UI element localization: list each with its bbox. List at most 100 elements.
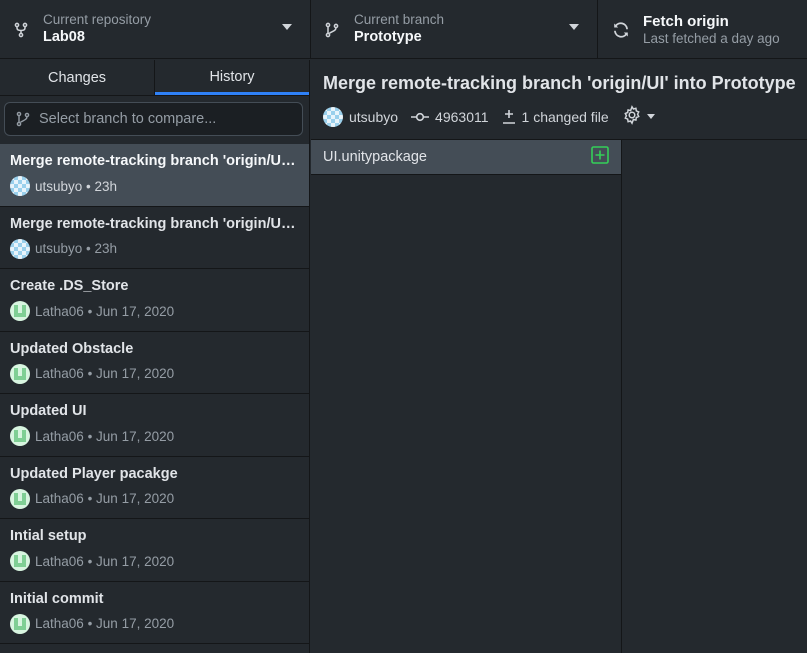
commit-details-pane: Merge remote-tracking branch 'origin/UI'…	[311, 60, 807, 653]
commit-list-item[interactable]: Updated Obstacle Latha06 • Jun 17, 2020	[0, 332, 309, 394]
commit-title: Initial commit	[10, 590, 104, 607]
commit-meta: Latha06 • Jun 17, 2020	[10, 363, 299, 384]
commit-list-item[interactable]: Merge remote-tracking branch 'origin/UI'…	[0, 207, 309, 269]
fetch-label: Fetch origin	[643, 13, 729, 30]
commit-author: utsubyo	[35, 178, 83, 194]
commit-time: 23h	[94, 241, 118, 256]
commit-summary: Merge remote-tracking branch 'origin/UI'…	[323, 73, 796, 93]
chevron-down-icon	[646, 114, 655, 119]
commit-meta: Latha06 • Jun 17, 2020	[10, 551, 299, 571]
commit-author: Latha06	[35, 553, 84, 569]
gear-icon	[622, 105, 642, 128]
commit-title: Merge remote-tracking branch 'origin/UI'…	[10, 153, 299, 169]
settings-menu-button[interactable]	[622, 105, 655, 128]
commit-time: Jun 17, 2020	[96, 366, 175, 381]
commit-header: Merge remote-tracking branch 'origin/UI'…	[311, 60, 807, 140]
avatar	[10, 176, 30, 196]
chevron-down-icon	[569, 24, 579, 30]
commit-list-item[interactable]: Updated UI Latha06 • Jun 17, 2020	[0, 394, 309, 457]
commit-title: Updated Player pacakge	[10, 465, 178, 482]
separator: •	[83, 553, 97, 569]
commit-time: 23h	[94, 178, 118, 194]
commit-meta: utsubyo • 23h	[10, 176, 299, 196]
commit-time: Jun 17, 2020	[96, 428, 175, 444]
avatar	[10, 238, 30, 259]
commit-details: utsubyo 4963011 1 changed file	[323, 105, 795, 128]
file-name: UI.unitypackage	[323, 149, 427, 165]
compare-branch-container	[0, 96, 309, 142]
github-desktop-window: Current repository Lab08 Current branch …	[0, 0, 807, 653]
diff-icon	[502, 109, 516, 125]
file-added-icon	[591, 145, 609, 169]
avatar	[323, 106, 343, 127]
commit-list-item[interactable]: Initial commit Latha06 • Jun 17, 2020	[0, 582, 309, 644]
avatar	[10, 613, 30, 634]
sha-text: 4963011	[435, 108, 489, 125]
commit-author: utsubyo	[35, 241, 83, 256]
commit-author: utsubyo	[323, 106, 399, 127]
sidebar: Changes History Merge remote-tracking br…	[0, 60, 310, 653]
git-commit-icon	[411, 111, 430, 123]
commit-sha[interactable]: 4963011	[411, 108, 489, 125]
file-item[interactable]: UI.unitypackage	[311, 140, 621, 175]
tab-changes[interactable]: Changes	[0, 60, 155, 95]
repo-label: Current repository	[43, 12, 152, 27]
diff-view	[623, 140, 807, 653]
commit-list: Merge remote-tracking branch 'origin/UI'…	[0, 144, 309, 644]
commit-list-item[interactable]: Create .DS_Store Latha06 • Jun 17, 2020	[0, 269, 309, 332]
branch-label: Current branch	[354, 12, 445, 27]
sync-icon	[611, 20, 631, 40]
compare-branch-input[interactable]	[39, 111, 289, 127]
commit-meta: Latha06 • Jun 17, 2020	[10, 488, 299, 509]
tab-history[interactable]: History	[155, 60, 309, 95]
commit-title: Create .DS_Store	[10, 278, 129, 294]
commit-title: Intial setup	[10, 528, 87, 544]
author-name: utsubyo	[349, 108, 399, 125]
fetch-origin-button[interactable]: Fetch origin Last fetched a day ago	[598, 0, 807, 59]
commit-author: Latha06	[35, 428, 84, 444]
avatar	[10, 301, 30, 321]
current-repository-button[interactable]: Current repository Lab08	[0, 0, 311, 59]
changed-files-list: UI.unitypackage	[311, 140, 622, 653]
branch-icon	[324, 22, 340, 38]
separator: •	[83, 428, 97, 444]
separator: •	[83, 491, 97, 506]
commit-time: Jun 17, 2020	[96, 491, 175, 506]
commit-author: Latha06	[35, 616, 84, 631]
commit-author: Latha06	[35, 303, 84, 319]
repo-name: Lab08	[43, 29, 85, 45]
avatar	[10, 363, 30, 384]
avatar	[10, 551, 30, 571]
changed-files-text: 1 changed file	[521, 108, 609, 125]
branch-icon	[15, 111, 31, 127]
commit-time: Jun 17, 2020	[96, 553, 175, 569]
changed-files-count: 1 changed file	[502, 109, 609, 125]
commit-title: Merge remote-tracking branch 'origin/UI'…	[10, 215, 299, 232]
current-branch-button[interactable]: Current branch Prototype	[311, 0, 598, 59]
branch-name: Prototype	[354, 29, 422, 45]
repo-icon	[13, 22, 29, 38]
separator: •	[83, 303, 97, 319]
commit-meta: utsubyo • 23h	[10, 238, 299, 259]
toolbar: Current repository Lab08 Current branch …	[0, 0, 807, 59]
separator: •	[83, 616, 97, 631]
commit-author: Latha06	[35, 491, 84, 506]
chevron-down-icon	[282, 24, 292, 30]
commit-list-item[interactable]: Merge remote-tracking branch 'origin/UI'…	[0, 144, 309, 207]
separator: •	[82, 178, 95, 194]
commit-title: Updated Obstacle	[10, 340, 134, 357]
compare-branch-field[interactable]	[4, 102, 303, 136]
commit-time: Jun 17, 2020	[96, 303, 175, 319]
commit-list-item[interactable]: Intial setup Latha06 • Jun 17, 2020	[0, 519, 309, 582]
avatar	[10, 488, 30, 509]
separator: •	[83, 366, 97, 381]
commit-list-item[interactable]: Updated Player pacakge Latha06 • Jun 17, …	[0, 457, 309, 519]
tab-bar: Changes History	[0, 60, 309, 96]
commit-meta: Latha06 • Jun 17, 2020	[10, 426, 299, 446]
commit-meta: Latha06 • Jun 17, 2020	[10, 613, 299, 634]
commit-time: Jun 17, 2020	[96, 616, 175, 631]
separator: •	[82, 241, 95, 256]
fetch-status: Last fetched a day ago	[643, 31, 780, 46]
commit-title: Updated UI	[10, 403, 87, 419]
commit-author: Latha06	[35, 366, 84, 381]
